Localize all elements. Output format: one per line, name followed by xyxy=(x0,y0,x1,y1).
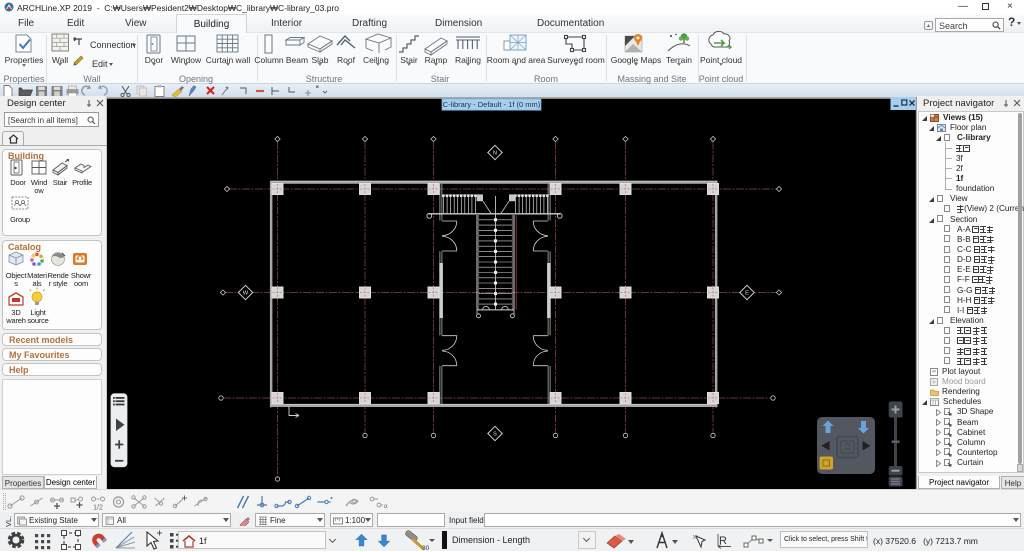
svg-text:S: S xyxy=(493,432,497,438)
svg-text:α: α xyxy=(384,504,388,510)
svg-text:C-library - Default - 1f (0 mm: C-library - Default - 1f (0 mm) xyxy=(443,100,541,109)
svg-text:1/2: 1/2 xyxy=(93,505,103,512)
svg-text:N: N xyxy=(493,151,497,157)
svg-text:E: E xyxy=(745,291,749,297)
svg-text:W: W xyxy=(243,291,249,297)
svg-text:30: 30 xyxy=(422,545,430,551)
